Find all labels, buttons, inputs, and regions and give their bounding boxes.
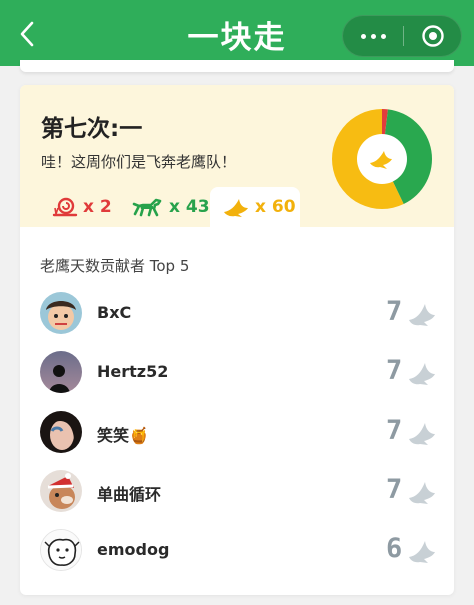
contributor-score: 7 (386, 474, 403, 505)
eagle-icon (407, 359, 437, 387)
avatar (40, 529, 82, 571)
eagle-count[interactable]: x 60 (210, 187, 300, 227)
contributor-name: emodog (97, 540, 170, 559)
target-close-icon[interactable] (404, 16, 462, 56)
eagle-icon (407, 419, 437, 447)
contributor-score: 7 (386, 355, 403, 386)
eagle-icon (222, 196, 250, 218)
eagle-icon (407, 478, 437, 506)
round-subtitle: 哇！这周你们是飞奔老鹰队！ (41, 153, 237, 171)
contributor-name: Hertz52 (97, 362, 169, 381)
avatar (40, 351, 82, 393)
previous-card-edge (20, 60, 454, 72)
list-item[interactable]: 单曲循环 7 (20, 462, 454, 520)
avatar (40, 292, 82, 334)
eagle-icon (407, 300, 437, 328)
avatar (40, 411, 82, 453)
avatar (40, 470, 82, 512)
snail-icon (52, 196, 78, 218)
contributor-name: 笑笑🍯 (97, 426, 149, 445)
eagle-count-label: x 60 (255, 197, 296, 217)
contributors-title: 老鹰天数贡献者 Top 5 (40, 257, 190, 275)
contributor-score: 7 (386, 415, 403, 446)
list-item[interactable]: emodog 6 (20, 521, 454, 579)
week-summary-card: 第七次:一 哇！这周你们是飞奔老鹰队！ x 2 x 43 x 60 老鹰天数贡献… (20, 85, 454, 595)
horse-count-label: x 43 (169, 197, 210, 217)
more-dots-icon[interactable] (343, 16, 403, 56)
list-item[interactable]: Hertz52 7 (20, 343, 454, 401)
contributor-name: 单曲循环 (97, 485, 162, 504)
eagle-icon (407, 537, 437, 565)
nav-bar: 一块走 (0, 0, 474, 66)
contributor-name: BxC (97, 303, 132, 322)
round-title: 第七次:一 (41, 116, 143, 142)
capsule-menu (342, 15, 462, 57)
team-pie-chart (330, 107, 434, 211)
horse-icon (132, 196, 164, 218)
list-item[interactable]: 笑笑🍯 7 (20, 403, 454, 461)
card-header: 第七次:一 哇！这周你们是飞奔老鹰队！ x 2 x 43 x 60 (20, 85, 454, 227)
snail-count[interactable]: x 2 (52, 187, 132, 227)
contributor-score: 7 (386, 296, 403, 327)
list-item[interactable]: BxC 7 (20, 284, 454, 342)
snail-count-label: x 2 (83, 197, 112, 217)
contributor-score: 6 (386, 533, 403, 564)
